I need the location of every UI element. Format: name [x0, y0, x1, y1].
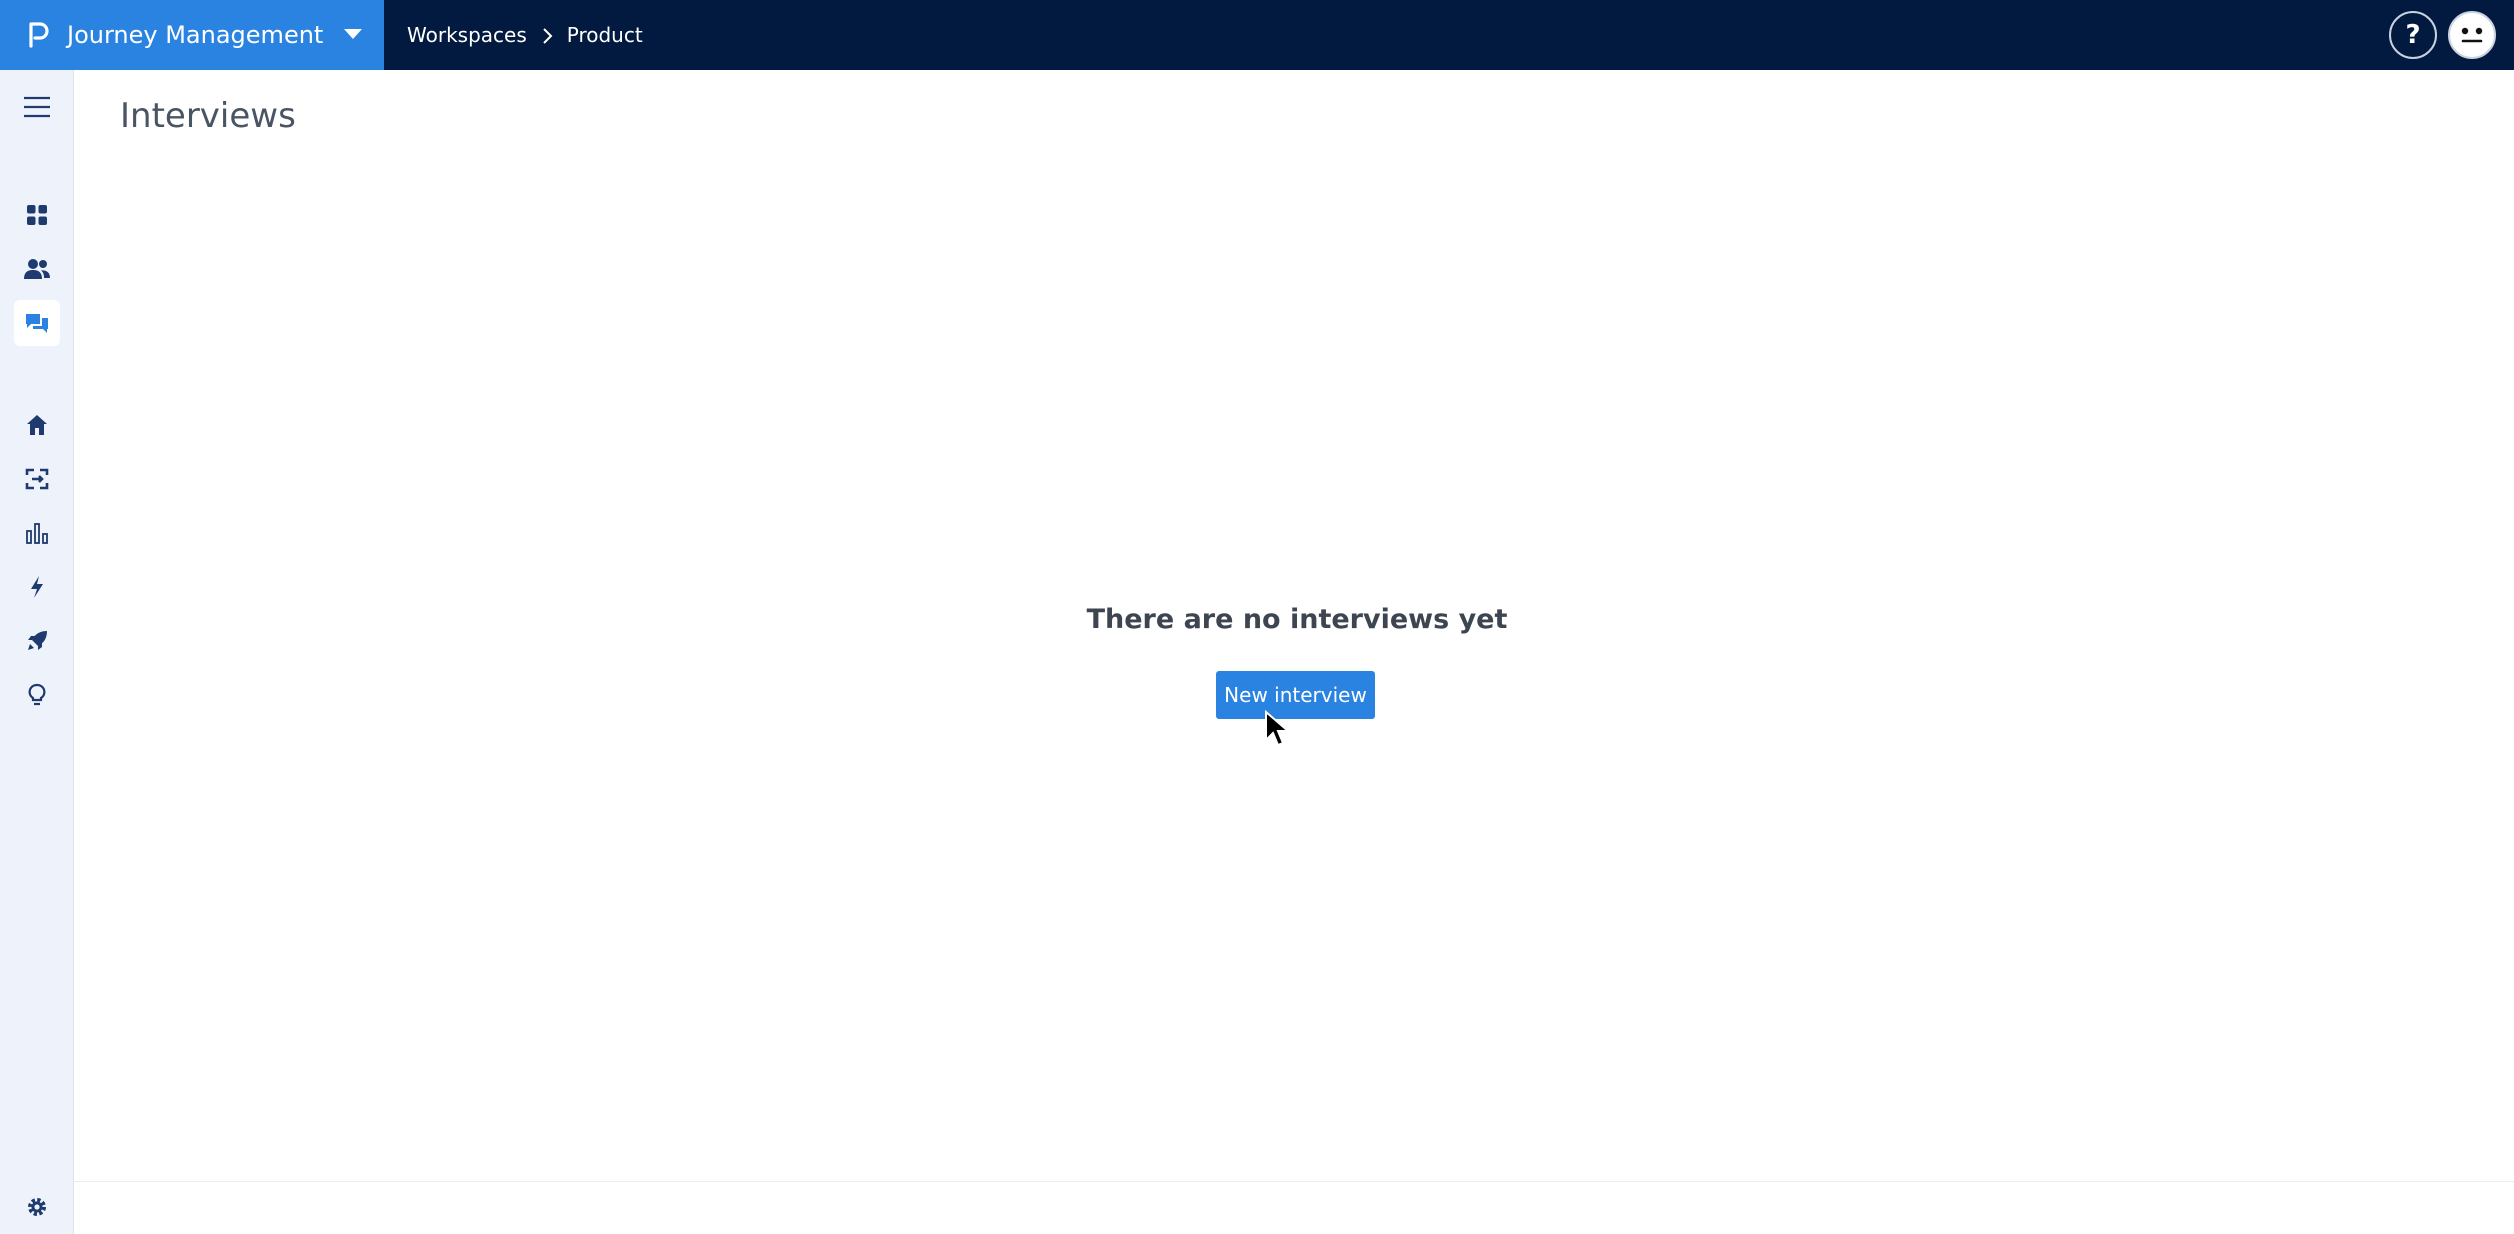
- app-logo-icon: [26, 20, 50, 50]
- app-name: Journey Management: [67, 21, 324, 49]
- breadcrumb-product[interactable]: Product: [567, 23, 643, 47]
- users-icon[interactable]: [14, 246, 60, 292]
- home-icon[interactable]: [14, 402, 60, 448]
- avatar-face-icon: [2451, 14, 2493, 56]
- settings-icon[interactable]: [14, 1184, 60, 1230]
- sidebar: [0, 70, 74, 1234]
- page-title: Interviews: [120, 96, 296, 136]
- analytics-icon[interactable]: [14, 510, 60, 556]
- help-button[interactable]: ?: [2389, 11, 2437, 59]
- app-switcher[interactable]: Journey Management: [0, 0, 384, 70]
- top-bar: Journey Management Workspaces Product ?: [0, 0, 2514, 70]
- menu-icon[interactable]: [14, 84, 60, 130]
- rocket-icon[interactable]: [14, 618, 60, 664]
- journey-icon[interactable]: [14, 456, 60, 502]
- interviews-icon[interactable]: [14, 300, 60, 346]
- dashboard-icon[interactable]: [14, 192, 60, 238]
- new-interview-button[interactable]: New interview: [1216, 671, 1375, 719]
- empty-state-message: There are no interviews yet: [1086, 604, 1508, 635]
- avatar[interactable]: [2448, 11, 2496, 59]
- footer-divider: [74, 1181, 2514, 1182]
- lightbulb-icon[interactable]: [14, 672, 60, 718]
- breadcrumb-workspaces[interactable]: Workspaces: [407, 23, 527, 47]
- chevron-right-icon: [541, 26, 553, 44]
- chevron-down-icon[interactable]: [344, 29, 362, 39]
- breadcrumb: Workspaces Product: [407, 0, 643, 70]
- bolt-icon[interactable]: [14, 564, 60, 610]
